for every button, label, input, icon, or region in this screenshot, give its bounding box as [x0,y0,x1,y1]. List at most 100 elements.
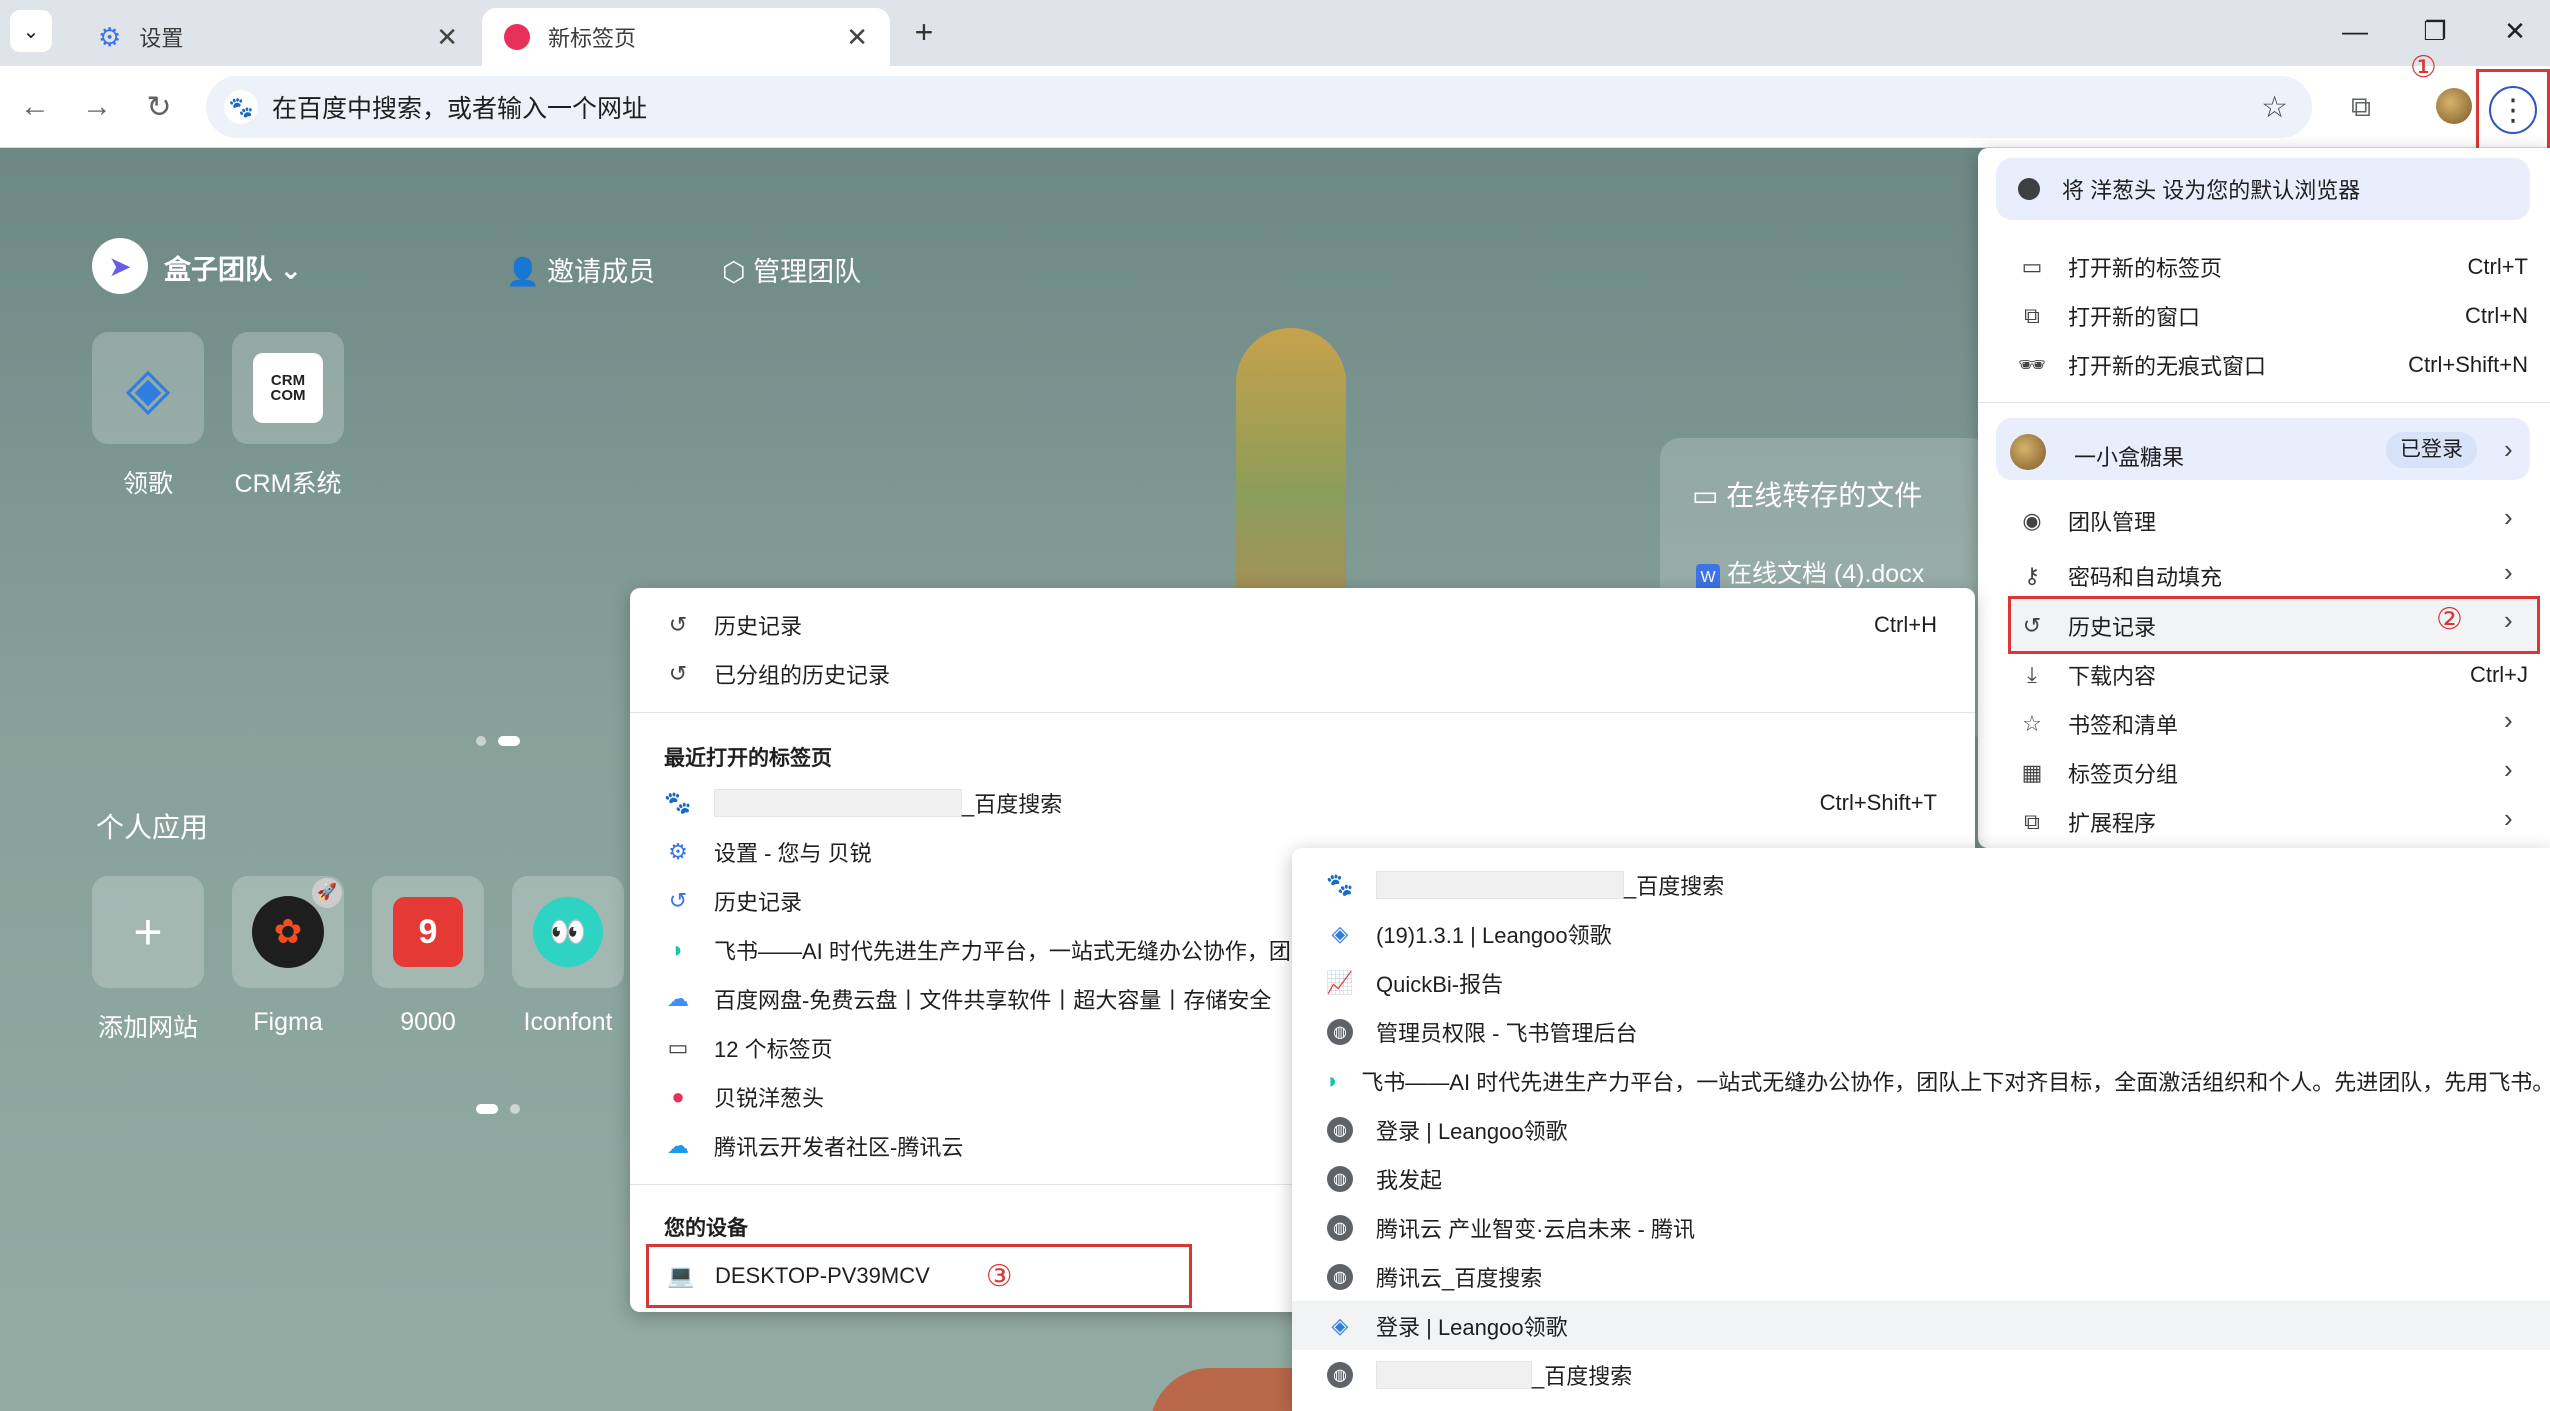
device-tab-item[interactable]: ◈ 登录 | Leangoo领歌 [1292,1301,2550,1350]
menu-tab-groups[interactable]: ▦ 标签页分组 [2018,750,2178,796]
menu-downloads[interactable]: ⤓ 下载内容 [2018,652,2156,698]
gear-icon: ⚙ [98,21,122,52]
app-lingge[interactable]: ◈ [92,332,204,444]
grouped-history-item[interactable]: ↺ 已分组的历史记录 [664,651,890,697]
menu-label: 历史记录 [714,614,803,639]
app-crm[interactable]: CRM COM [232,332,344,444]
close-icon[interactable]: ✕ [436,22,458,53]
history-item[interactable]: ↺ 历史记录 [664,602,802,648]
reload-button[interactable]: ↻ [136,84,182,130]
recent-item[interactable]: ☁ 百度网盘-免费云盘丨文件共享软件丨超大容量丨存储安全 [664,976,1271,1022]
menu-bookmarks[interactable]: ☆ 书签和清单 [2018,701,2178,747]
device-tab-item[interactable]: ◍ 腾讯云_百度搜索 [1292,1252,2550,1301]
page-dot[interactable] [510,1104,520,1114]
history-icon: ↺ [668,888,688,913]
menu-new-tab[interactable]: ▭ 打开新的标签页 [2018,244,2222,290]
tencent-cloud-icon: ☁ [667,1133,689,1158]
recent-item[interactable]: ● 贝锐洋葱头 [664,1074,824,1120]
online-files-title: ▭ 在线转存的文件 [1692,474,1922,514]
device-tab-item[interactable]: 🐾 _百度搜索 [1292,860,2550,909]
menu-label: 腾讯云_百度搜索 [1376,1265,1543,1291]
manage-label: 管理团队 [753,257,862,287]
close-icon[interactable]: ✕ [846,22,868,53]
menu-label: 扩展程序 [2068,811,2157,836]
menu-label: 飞书——AI 时代先进生产力平台，一站式无缝办公协作，团队上下对齐目标，全面激活… [1361,1069,2550,1095]
device-tab-item[interactable]: ◗ 飞书——AI 时代先进生产力平台，一站式无缝办公协作，团队上下对齐目标，全面激… [1292,1056,2550,1105]
star-icon[interactable]: ☆ [2261,90,2288,125]
menu-label: 书签和清单 [2068,713,2179,738]
recent-tabs-title: 最近打开的标签页 [664,747,832,770]
tab-search-button[interactable]: ⌄ [10,10,52,52]
online-file-item[interactable]: W 在线文档 (4).docx [1696,554,1924,592]
menu-button[interactable]: ⋮ [2476,69,2550,151]
app-iconfont[interactable]: 👀 [512,876,624,988]
recent-item[interactable]: ↺ 历史记录 [664,878,802,924]
menu-passwords[interactable]: ⚷ 密码和自动填充 [2018,553,2222,599]
recent-item[interactable]: 🐾 _百度搜索 [664,780,1062,826]
figma-icon: ✿ [252,896,324,968]
recent-item[interactable]: ▭ 12 个标签页 [664,1025,833,1071]
close-window-button[interactable]: ✕ [2480,6,2550,56]
tab-title: 设置 [139,26,184,51]
person-circle-icon: ◉ [2022,508,2042,533]
lingge-icon: ◈ [125,356,171,421]
device-tab-item[interactable]: ◍ 腾讯云 产业智变·云启未来 - 腾讯 [1292,1203,2550,1252]
banner-text: 将 洋葱头 设为您的默认浏览器 [2062,178,2361,203]
team-logo: ➤ [92,238,148,294]
address-bar[interactable]: 🐾 在百度中搜索，或者输入一个网址 ☆ [206,76,2312,138]
baidu-icon: 🐾 [664,790,692,815]
avatar[interactable] [2436,88,2472,124]
chevron-right-icon: › [2504,705,2513,735]
page-dot-active[interactable] [498,736,520,746]
device-tab-item[interactable]: ◍ 我发起 [1292,1154,2550,1203]
chevron-right-icon: › [2504,803,2513,833]
device-item[interactable]: 💻 DESKTOP-PV39MCV ③ [646,1244,1192,1308]
menu-label: 腾讯云 产业智变·云启未来 - 腾讯 [1376,1216,1695,1242]
tab-settings[interactable]: ⚙ 设置 ✕ [60,8,480,66]
restore-button[interactable]: ❐ [2400,6,2470,56]
minimize-button[interactable]: — [2320,6,2390,56]
menu-incognito[interactable]: 🕶 打开新的无痕式窗口 [2018,342,2266,388]
menu-history-label: ↺ 历史记录 [2018,603,2156,649]
baidu-netdisk-icon: ☁ [667,986,689,1011]
menu-label: 百度网盘-免费云盘丨文件共享软件丨超大容量丨存储安全 [714,988,1272,1013]
profile-avatar [2010,434,2046,470]
invite-members-button[interactable]: 👤 邀请成员 [506,250,655,289]
menu-new-window[interactable]: ⧉ 打开新的窗口 [2018,293,2200,339]
annotation-2: ② [2436,603,2463,636]
tab-new-tab[interactable]: 新标签页 ✕ [482,8,890,66]
menu-label: 12 个标签页 [714,1037,833,1062]
recent-item[interactable]: ⚙ 设置 - 您与 贝锐 [664,829,872,875]
app-9000[interactable]: 9 [372,876,484,988]
device-tab-item[interactable]: 📈 QuickBi-报告 [1292,958,2550,1007]
app-label: Figma [253,1008,323,1036]
team-switcher[interactable]: 盒子团队 ⌄ [164,248,302,287]
device-tab-item[interactable]: ◍ 登录 | Leangoo领歌 [1292,1105,2550,1154]
chevron-right-icon: › [2504,502,2513,532]
page-dot-active[interactable] [476,1104,498,1114]
device-tab-item[interactable]: ◈ (19)1.3.1 | Leangoo领歌 [1292,909,2550,958]
recent-item[interactable]: ◗ 飞书——AI 时代先进生产力平台，一站式无缝办公协作，团队 [664,927,1313,973]
device-tab-item[interactable]: ◍ 管理员权限 - 飞书管理后台 [1292,1007,2550,1056]
menu-extensions[interactable]: ⧉ 扩展程序 [2018,799,2156,845]
extensions-icon[interactable]: ⧉ [2338,84,2384,130]
new-tab-button[interactable]: + [902,10,946,54]
device-submenu: 🐾 _百度搜索 ◈ (19)1.3.1 | Leangoo领歌 📈 QuickBi-报告 ◍… [1292,848,2550,1411]
default-browser-banner[interactable]: 将 洋葱头 设为您的默认浏览器 [1996,158,2530,220]
menu-label: QuickBi-报告 [1376,971,1504,997]
page-dot[interactable] [476,736,486,746]
menu-team-manage[interactable]: ◉ 团队管理 [2018,498,2156,544]
menu-label: 已分组的历史记录 [714,663,891,688]
shortcut-label: Ctrl+T [2467,254,2529,279]
add-site-button[interactable]: + [92,876,204,988]
manage-team-button[interactable]: ⬡ 管理团队 [722,250,861,289]
menu-label: 腾讯云开发者社区-腾讯云 [714,1135,964,1160]
menu-label: 登录 | Leangoo领歌 [1376,1314,1568,1340]
device-tab-item[interactable]: ◍ _百度搜索 [1292,1350,2550,1399]
back-button[interactable]: ← [12,84,58,130]
forward-button[interactable]: → [74,84,120,130]
app-label: 领歌 [122,470,173,498]
recent-item[interactable]: ☁ 腾讯云开发者社区-腾讯云 [664,1123,963,1169]
incognito-icon: 🕶 [2018,352,2046,377]
annotation-1: ① [2410,51,2437,84]
